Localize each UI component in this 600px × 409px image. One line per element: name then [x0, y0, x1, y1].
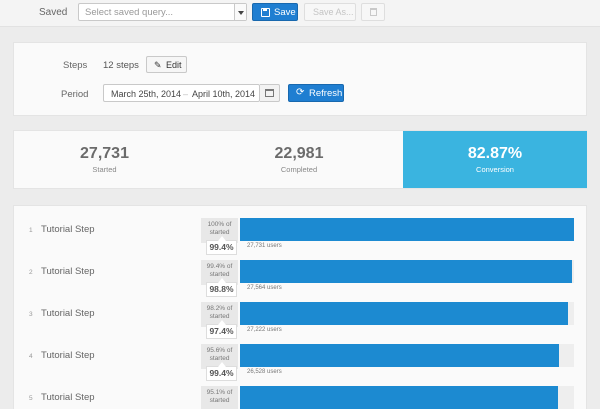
step-conversion-badge: 99.4% — [206, 236, 237, 255]
step-name: Tutorial Step — [41, 308, 95, 319]
calendar-icon — [265, 89, 274, 97]
step-name: Tutorial Step — [41, 224, 95, 235]
step-bar-track — [240, 386, 574, 409]
step-conversion-badge: 97.4% — [206, 320, 237, 339]
step-percent: 95.1% of — [206, 389, 233, 396]
step-bar[interactable] — [240, 302, 568, 325]
step-bar[interactable] — [240, 344, 560, 367]
refresh-button-label: Refresh — [309, 88, 343, 99]
step-bar[interactable] — [240, 260, 572, 283]
step-name: Tutorial Step — [41, 266, 95, 277]
save-button[interactable]: Save — [252, 3, 298, 21]
steps-label: Steps — [63, 60, 88, 71]
step-number: 4 — [29, 353, 33, 360]
save-button-label: Save — [274, 7, 296, 18]
floppy-disk-icon — [261, 8, 270, 17]
funnel-step-row: 5 Tutorial Step 95.1% of started — [14, 374, 586, 409]
funnel-step-row: 2 Tutorial Step 99.4% of started 27,564 … — [14, 248, 586, 297]
step-percent-suffix: started — [209, 397, 230, 404]
period-label: Period — [61, 89, 89, 100]
refresh-button[interactable]: ⟳ Refresh — [288, 84, 344, 102]
step-number: 2 — [29, 269, 33, 276]
step-bar[interactable] — [240, 218, 574, 241]
step-number: 3 — [29, 311, 33, 318]
pencil-icon: ✎ — [154, 60, 162, 70]
completed-value: 22,981 — [274, 145, 324, 162]
edit-button-label: Edit — [166, 60, 182, 70]
date-separator: – — [183, 89, 189, 99]
chevron-down-icon[interactable] — [234, 4, 246, 20]
delete-query-button[interactable] — [361, 3, 385, 21]
saved-label: Saved — [39, 7, 68, 18]
saved-query-toolbar: Saved Select saved query... Save Save As… — [0, 0, 600, 27]
save-as-button-label: Save As... — [313, 7, 354, 17]
step-percent: 98.2% of — [206, 305, 233, 312]
conversion-label: Conversion — [476, 165, 514, 174]
step-percent: 100% of — [207, 221, 232, 228]
funnel-step-row: 3 Tutorial Step 98.2% of started 27,222 … — [14, 290, 586, 339]
save-as-button[interactable]: Save As... — [304, 3, 356, 21]
saved-query-placeholder: Select saved query... — [85, 7, 174, 18]
funnel-step-row: 4 Tutorial Step 95.6% of started 26,528 … — [14, 332, 586, 381]
trash-icon — [370, 8, 377, 16]
funnel-steps: 1 Tutorial Step 100% of started 27,731 u… — [13, 205, 587, 409]
completed-label: Completed — [280, 165, 318, 174]
step-percent-of-started: 95.1% of started — [201, 386, 238, 409]
stat-conversion: 82.87% Conversion — [403, 131, 587, 188]
step-bar-track — [240, 344, 574, 367]
steps-count: 12 steps — [103, 60, 139, 71]
step-number: 1 — [29, 227, 33, 234]
started-value: 27,731 — [80, 145, 129, 162]
funnel-summary: 27,731 Started 22,981 Completed 82.87% C… — [13, 130, 587, 189]
stat-started: 27,731 Started — [14, 131, 195, 188]
started-label: Started — [92, 165, 117, 174]
step-bar-track — [240, 260, 574, 283]
funnel-step-row: 1 Tutorial Step 100% of started 27,731 u… — [14, 206, 586, 255]
date-range-input[interactable]: March 25th, 2014 – April 10th, 2014 — [103, 84, 260, 102]
step-bar[interactable] — [240, 386, 558, 409]
date-end: April 10th, 2014 — [192, 89, 256, 99]
step-conversion-badge: 99.4% — [206, 362, 237, 381]
step-name: Tutorial Step — [41, 392, 95, 403]
step-conversion-badge: 98.8% — [206, 278, 237, 297]
edit-steps-button[interactable]: ✎ Edit — [146, 56, 187, 73]
conversion-value: 82.87% — [467, 145, 523, 162]
step-bar-track — [240, 218, 574, 241]
refresh-icon: ⟳ — [296, 87, 305, 98]
step-name: Tutorial Step — [41, 350, 95, 361]
calendar-button[interactable] — [260, 84, 280, 102]
step-percent: 99.4% of — [206, 263, 233, 270]
funnel-settings-panel: Steps 12 steps ✎ Edit Period March 25th,… — [13, 42, 587, 116]
date-start: March 25th, 2014 — [111, 89, 182, 99]
saved-query-select[interactable]: Select saved query... — [78, 3, 247, 21]
stat-completed: 22,981 Completed — [195, 131, 403, 188]
step-number: 5 — [29, 395, 33, 402]
step-percent: 95.6% of — [206, 347, 233, 354]
step-bar-track — [240, 302, 574, 325]
